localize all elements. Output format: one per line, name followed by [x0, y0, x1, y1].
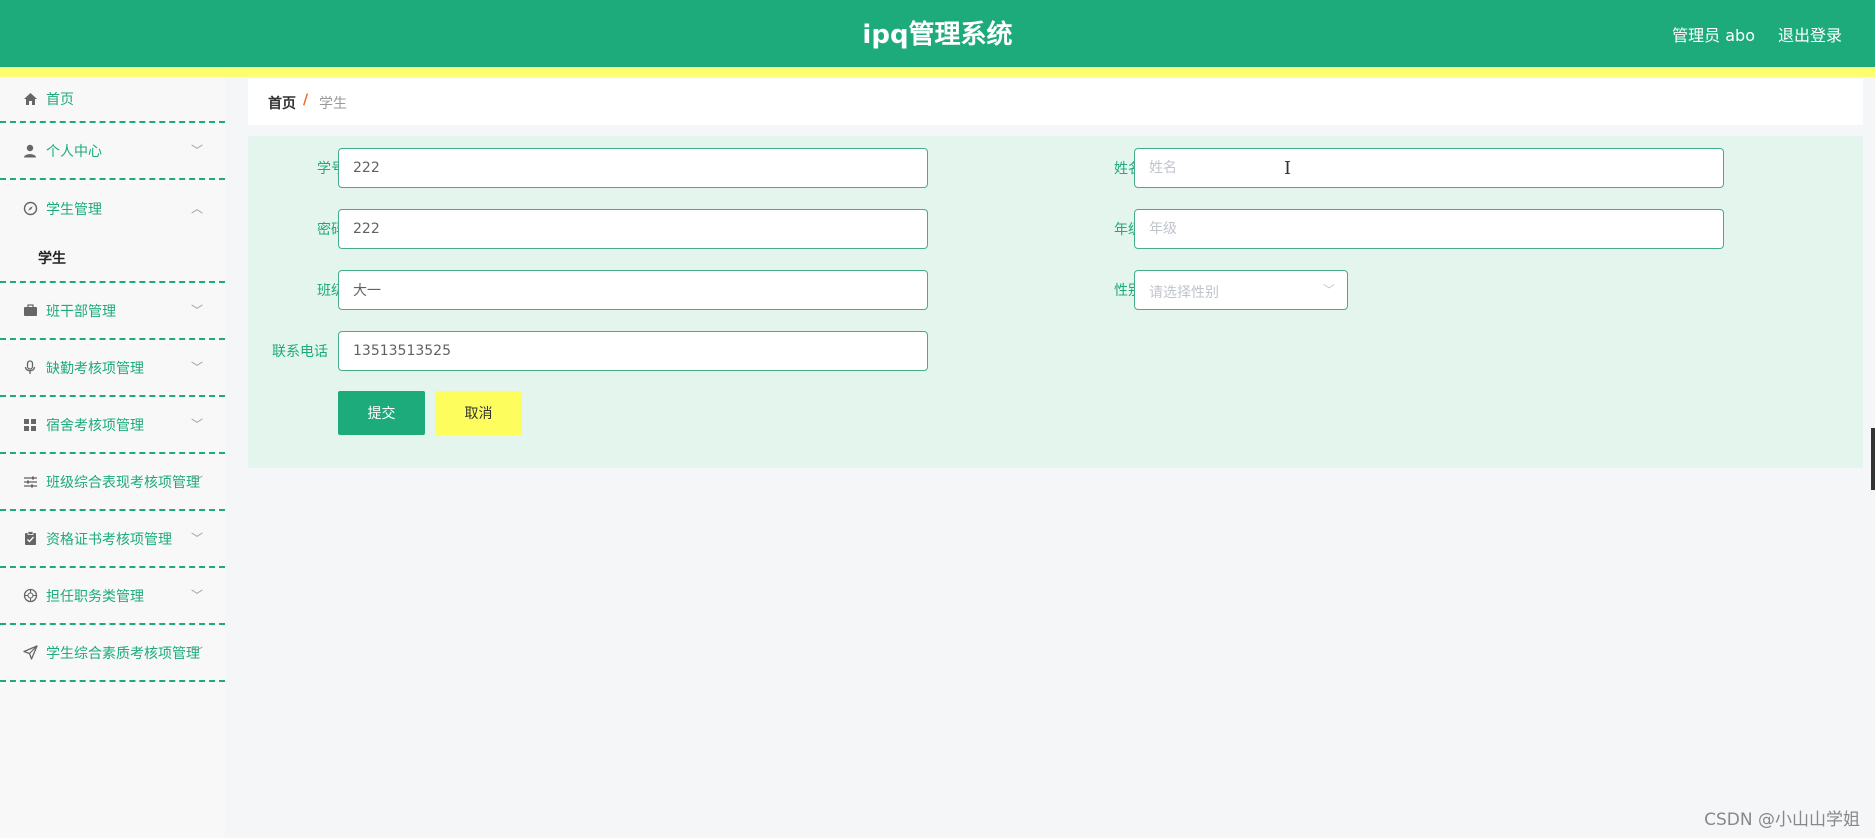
sidebar-item-label: 担任职务类管理: [46, 588, 144, 605]
logout-link[interactable]: 退出登录: [1778, 22, 1842, 46]
scrollbar[interactable]: [1871, 428, 1875, 490]
password-label: 密码: [317, 222, 345, 238]
home-icon: [22, 91, 38, 107]
student-id-label: 学号: [317, 161, 345, 177]
gender-select[interactable]: 请选择性别 ﹀: [1134, 270, 1348, 310]
briefcase-icon: [22, 303, 38, 319]
name-input[interactable]: [1134, 148, 1724, 188]
app-title: ipq管理系统: [862, 20, 1013, 50]
sidebar-item-label: 班干部管理: [46, 303, 116, 320]
sidebar-item-class-performance[interactable]: 班级综合表现考核项管理 ﹀: [0, 454, 225, 511]
sidebar-item-profile[interactable]: 个人中心 ﹀: [0, 123, 225, 180]
sidebar-item-class-cadre[interactable]: 班干部管理 ﹀: [0, 283, 225, 340]
clipboard-icon: [22, 531, 38, 547]
sidebar-item-home[interactable]: 首页: [0, 77, 225, 123]
sidebar-item-label: 缺勤考核项管理: [46, 360, 144, 377]
watermark: CSDN @小山山学姐: [1704, 810, 1860, 830]
top-header: ipq管理系统 管理员 abo 退出登录: [0, 0, 1875, 67]
breadcrumb-home[interactable]: 首页: [268, 93, 296, 113]
breadcrumb-current: 学生: [319, 96, 347, 112]
class-input[interactable]: [338, 270, 928, 310]
sidebar-item-certificate[interactable]: 资格证书考核项管理 ﹀: [0, 511, 225, 568]
student-id-input[interactable]: [338, 148, 928, 188]
sidebar-item-quality[interactable]: 学生综合素质考核项管理 ﹀: [0, 625, 225, 682]
sliders-icon: [22, 474, 38, 490]
sidebar-subitem-student[interactable]: 学生: [0, 237, 225, 283]
sidebar-item-label: 宿舍考核项管理: [46, 417, 144, 434]
chevron-down-icon: ﹀: [190, 417, 203, 432]
sidebar-item-label: 首页: [46, 92, 74, 108]
grade-label: 年级: [1114, 222, 1142, 238]
chevron-down-icon: ﹀: [190, 143, 203, 158]
text-cursor-icon: I: [1284, 158, 1292, 179]
sidebar-item-position[interactable]: 担任职务类管理 ﹀: [0, 568, 225, 625]
chevron-down-icon: ﹀: [190, 588, 203, 603]
breadcrumb-separator: /: [303, 92, 309, 108]
grid-icon: [22, 417, 38, 433]
chevron-down-icon: ﹀: [190, 645, 203, 660]
sidebar-item-label: 资格证书考核项管理: [46, 531, 172, 548]
name-label: 姓名: [1114, 161, 1142, 177]
phone-input[interactable]: [338, 331, 928, 371]
current-user: 管理员 abo: [1672, 26, 1755, 45]
chevron-down-icon: ﹀: [190, 474, 203, 489]
header-accent-stripe: [0, 67, 1875, 77]
grade-input[interactable]: [1134, 209, 1724, 249]
sidebar-item-label: 个人中心: [46, 143, 102, 160]
sidebar: 首页 个人中心 ﹀ 学生管理 ︿ 学生 班干部管理 ﹀ 缺勤考核项管理 ﹀ 宿舍…: [0, 77, 225, 838]
submit-button[interactable]: 提交: [338, 391, 425, 435]
send-icon: [22, 645, 38, 661]
cancel-button[interactable]: 取消: [435, 391, 522, 435]
breadcrumb: 首页 / 学生: [248, 79, 1863, 125]
chevron-down-icon: ﹀: [190, 531, 203, 546]
password-input[interactable]: [338, 209, 928, 249]
compass-icon: [22, 201, 38, 217]
sidebar-item-dorm[interactable]: 宿舍考核项管理 ﹀: [0, 397, 225, 454]
phone-label: 联系电话: [272, 344, 328, 360]
sidebar-item-student-management[interactable]: 学生管理 ︿: [0, 180, 225, 237]
student-form: 学号 姓名 密码 年级 班级 性别 请选择性别 ﹀ 联系电话 提交 取消: [248, 136, 1863, 468]
sidebar-item-label: 学生综合素质考核项管理: [46, 645, 200, 662]
sidebar-subitem-label: 学生: [38, 251, 66, 267]
sidebar-item-absence[interactable]: 缺勤考核项管理 ﹀: [0, 340, 225, 397]
sidebar-item-label: 班级综合表现考核项管理: [46, 474, 200, 491]
user-icon: [22, 143, 38, 159]
chevron-down-icon: ﹀: [190, 360, 203, 375]
target-icon: [22, 588, 38, 604]
microphone-icon: [22, 360, 38, 376]
sidebar-item-label: 学生管理: [46, 201, 102, 218]
gender-label: 性别: [1114, 283, 1142, 299]
class-label: 班级: [317, 283, 345, 299]
chevron-down-icon: ﹀: [1322, 283, 1335, 297]
chevron-down-icon: ﹀: [190, 303, 203, 318]
chevron-up-icon: ︿: [190, 201, 203, 216]
gender-select-placeholder: 请选择性别: [1149, 285, 1219, 301]
